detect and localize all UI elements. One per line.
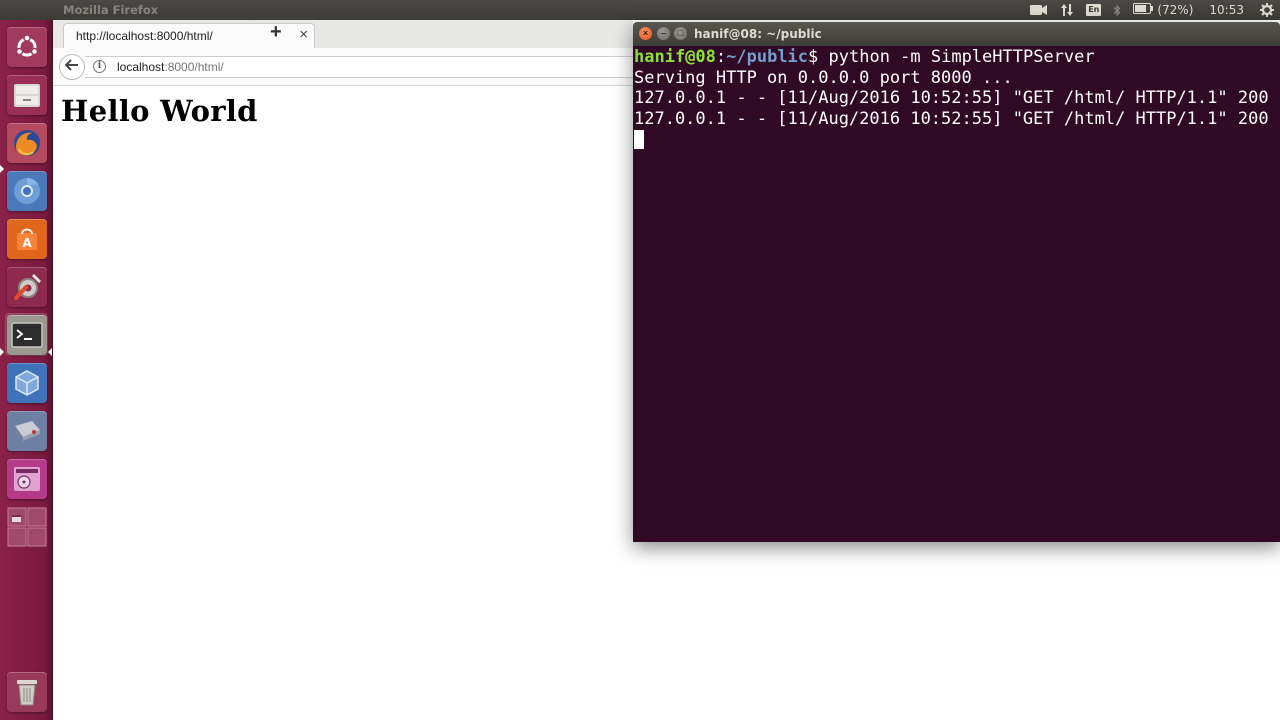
launcher-item-terminal[interactable] <box>5 313 48 356</box>
terminal-command: python -m SimpleHTTPServer <box>828 47 1095 67</box>
terminal-body[interactable]: hanif@08:~/public$ python -m SimpleHTTPS… <box>633 46 1280 542</box>
bluetooth-icon[interactable] <box>1107 0 1127 20</box>
launcher-item-dash-home[interactable] <box>5 25 48 68</box>
settings-gear-icon[interactable] <box>1254 0 1280 20</box>
minimize-icon[interactable]: – <box>657 27 670 40</box>
virtualbox-cube-icon <box>6 362 47 403</box>
firefox-icon <box>6 122 47 163</box>
new-tab-button[interactable]: + <box>270 21 282 44</box>
launcher-item-disc-burner[interactable] <box>5 457 48 500</box>
top-panel: Mozilla Firefox En (72%) 10:53 <box>0 0 1280 20</box>
terminal-window: × – □ hanif@08: ~/public hanif@08:~/publ… <box>633 22 1280 542</box>
camera-icon[interactable] <box>1024 0 1054 20</box>
launcher-item-disks[interactable] <box>5 409 48 452</box>
launcher-item-chromium[interactable] <box>5 169 48 212</box>
url-host: localhost <box>117 60 165 74</box>
launcher-item-firefox[interactable] <box>5 121 48 164</box>
url-bar[interactable]: i localhost:8000/html/ <box>85 56 645 78</box>
window-title: Mozilla Firefox <box>63 3 159 17</box>
maximize-icon[interactable]: □ <box>674 27 687 40</box>
back-arrow-icon <box>64 58 79 76</box>
terminal-prompt-line: hanif@08:~/public$ python -m SimpleHTTPS… <box>634 47 1280 68</box>
launcher-item-virtualbox[interactable] <box>5 361 48 404</box>
battery-percent: (72%) <box>1157 3 1194 17</box>
url-path: :8000/html/ <box>164 60 224 74</box>
firefox-tab-bar: http://localhost:8000/html/ × + <box>53 20 633 48</box>
launcher: A <box>0 20 53 720</box>
site-info-icon[interactable]: i <box>93 60 106 73</box>
url-text: localhost:8000/html/ <box>117 60 224 74</box>
terminal-title: hanif@08: ~/public <box>694 27 822 41</box>
disc-burner-icon <box>6 458 47 499</box>
terminal-output-line: Serving HTTP on 0.0.0.0 port 8000 ... <box>634 67 1013 88</box>
terminal-focused-pip <box>48 348 52 356</box>
disk-drive-icon <box>6 410 47 451</box>
clock[interactable]: 10:53 <box>1199 0 1254 20</box>
prompt-user: hanif@08 <box>634 47 716 67</box>
terminal-icon <box>6 314 47 355</box>
battery-indicator[interactable]: (72%) <box>1127 0 1199 20</box>
terminal-output-line: 127.0.0.1 - - [11/Aug/2016 10:52:55] "GE… <box>634 88 1280 109</box>
prompt-separator: : <box>715 47 727 67</box>
prompt-dollar: $ <box>808 47 829 67</box>
svg-text:A: A <box>22 236 32 250</box>
terminal-cursor-line <box>634 129 1280 150</box>
workspace-switcher-icon <box>6 506 47 547</box>
wrench-gear-icon <box>6 266 47 307</box>
terminal-title-bar[interactable]: × – □ hanif@08: ~/public <box>633 22 1280 46</box>
ubuntu-logo-icon <box>6 26 47 67</box>
terminal-output-line: 127.0.0.1 - - [11/Aug/2016 10:52:55] "GE… <box>634 108 1280 129</box>
launcher-item-workspace-switcher[interactable] <box>5 505 48 548</box>
chromium-icon <box>6 170 47 211</box>
shopping-bag-icon: A <box>6 218 47 259</box>
launcher-item-system-settings[interactable] <box>5 265 48 308</box>
terminal-cursor <box>634 130 644 150</box>
launcher-item-files[interactable] <box>5 73 48 116</box>
back-button[interactable] <box>59 54 85 80</box>
firefox-running-pip <box>0 165 4 173</box>
network-arrows-icon[interactable] <box>1054 0 1080 20</box>
keyboard-layout-indicator[interactable]: En <box>1080 0 1107 20</box>
indicator-area: En (72%) 10:53 <box>1024 0 1280 20</box>
launcher-item-trash[interactable] <box>5 670 48 713</box>
keyboard-layout-icon: En <box>1086 4 1102 16</box>
page-heading: Hello World <box>61 94 258 128</box>
terminal-running-pip <box>0 348 4 356</box>
trash-icon <box>6 671 47 712</box>
tab-close-icon[interactable]: × <box>299 26 308 43</box>
prompt-path: ~/public <box>726 47 809 67</box>
firefox-nav-bar: i localhost:8000/html/ <box>53 48 645 86</box>
battery-icon <box>1133 3 1154 17</box>
close-icon[interactable]: × <box>639 27 652 40</box>
file-cabinet-icon <box>6 74 47 115</box>
launcher-item-software-center[interactable]: A <box>5 217 48 260</box>
tab-title: http://localhost:8000/html/ <box>76 29 213 43</box>
